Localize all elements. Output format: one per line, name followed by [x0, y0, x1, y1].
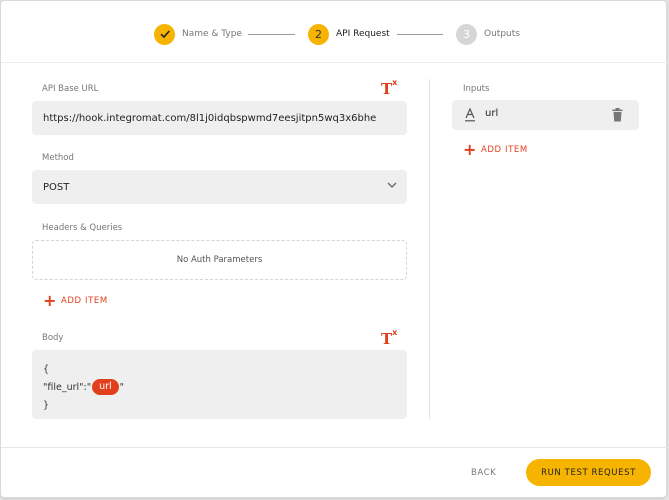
body-line: "file_url":" url ": [43, 378, 396, 396]
back-button[interactable]: BACK: [471, 463, 496, 483]
text-type-icon: [464, 107, 476, 126]
step-outputs[interactable]: 3 Outputs: [456, 23, 520, 45]
footer-divider: [1, 447, 668, 448]
body-editor[interactable]: { "file_url":" url " }: [32, 350, 407, 419]
headers-empty-area: No Auth Parameters: [32, 240, 407, 280]
body-text: }: [43, 399, 50, 411]
step-label: API Request: [336, 29, 390, 39]
text-format-icon[interactable]: Tx: [381, 78, 397, 98]
trash-icon[interactable]: [612, 107, 623, 126]
body-line: }: [43, 396, 396, 414]
step-api-request[interactable]: 2 API Request: [308, 23, 390, 45]
api-request-dialog: Name & Type 2 API Request 3 Outputs API …: [0, 0, 668, 498]
column-divider: [429, 79, 430, 419]
method-value: POST: [43, 181, 70, 193]
step-number: 3: [456, 23, 477, 45]
inputs-add-item-button[interactable]: + ADD ITEM: [463, 142, 528, 158]
input-item-name: url: [485, 108, 499, 119]
stepper: Name & Type 2 API Request 3 Outputs: [1, 1, 668, 63]
body-label: Body: [42, 333, 64, 343]
headers-label: Headers & Queries: [42, 223, 123, 233]
text-format-icon[interactable]: Tx: [381, 328, 397, 348]
add-item-label: ADD ITEM: [481, 145, 528, 155]
body-text: "file_url":": [43, 381, 92, 393]
step-name-type[interactable]: Name & Type: [154, 23, 242, 45]
no-auth-text: No Auth Parameters: [176, 255, 263, 265]
step-connector: [248, 34, 295, 35]
body-text: {: [43, 363, 50, 375]
method-select[interactable]: POST: [32, 170, 407, 204]
step-connector: [397, 34, 443, 35]
step-label: Name & Type: [182, 29, 242, 39]
plus-icon: +: [43, 291, 57, 310]
inputs-label: Inputs: [463, 84, 490, 94]
api-base-url-value: https://hook.integromat.com/8l1j0idqbspw…: [43, 112, 377, 124]
body-line: {: [43, 360, 396, 378]
step-label: Outputs: [484, 29, 520, 39]
plus-icon: +: [463, 140, 477, 159]
checkmark-icon: [154, 23, 175, 45]
url-variable-token[interactable]: url: [92, 379, 119, 395]
api-base-url-input[interactable]: https://hook.integromat.com/8l1j0idqbspw…: [32, 101, 407, 135]
input-item-url[interactable]: url: [452, 100, 639, 130]
headers-add-item-button[interactable]: + ADD ITEM: [43, 293, 108, 309]
chevron-down-icon: [387, 182, 397, 188]
run-test-request-button[interactable]: RUN TEST REQUEST: [526, 459, 651, 486]
add-item-label: ADD ITEM: [61, 296, 108, 306]
method-label: Method: [42, 153, 74, 163]
body-text: ": [119, 381, 125, 393]
api-base-url-label: API Base URL: [42, 84, 99, 94]
step-number: 2: [308, 23, 329, 45]
